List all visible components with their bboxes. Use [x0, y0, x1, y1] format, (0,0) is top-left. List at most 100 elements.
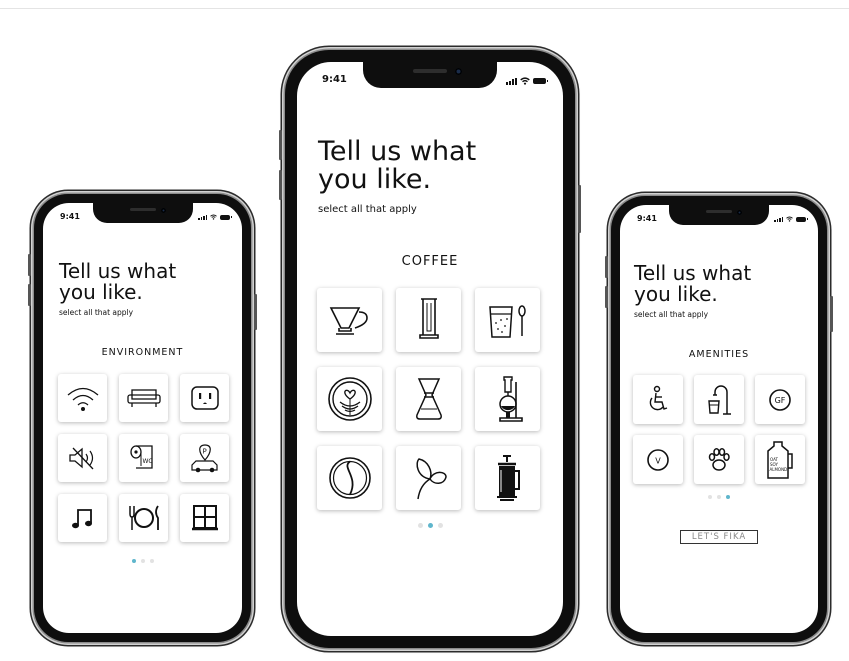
outlet-icon: [190, 386, 219, 410]
vegan-icon: V: [647, 448, 669, 471]
phone-left: 9:41 Tell us what you like. select all t…: [28, 194, 257, 642]
option-alt-milk[interactable]: OAT SOY ALMOND: [755, 435, 805, 484]
battery-icon: [220, 214, 232, 220]
phone-right: 9:41 Tell us what you like. select all t…: [605, 196, 833, 642]
page-subtitle: select all that apply: [634, 310, 709, 319]
option-aeropress[interactable]: [396, 288, 461, 352]
window-icon: [191, 505, 218, 531]
title-line-2: you like.: [59, 280, 143, 304]
volume-button: [28, 284, 31, 306]
option-parking[interactable]: P: [180, 434, 229, 482]
page-dot-2[interactable]: [140, 559, 145, 563]
section-title: AMENITIES: [688, 349, 750, 360]
status-time: 9:41: [322, 74, 347, 85]
volume-button: [605, 256, 608, 278]
power-button: [578, 185, 581, 233]
option-accessible[interactable]: [633, 375, 683, 424]
option-gluten-free[interactable]: GF: [755, 375, 805, 424]
toilet-paper-icon: WC: [129, 445, 153, 469]
option-tea[interactable]: [396, 446, 461, 510]
option-chemex[interactable]: [396, 367, 461, 431]
water-tap-icon: [708, 384, 731, 415]
canvas-top-border: [0, 8, 849, 9]
mute-icon: [68, 447, 93, 470]
pet-friendly-icon: [708, 447, 730, 471]
page-title: Tell us what you like.: [59, 261, 176, 303]
coffee-leaf-icon: [415, 458, 447, 500]
volume-button: [279, 170, 282, 200]
status-time: 9:41: [60, 212, 80, 221]
volume-button: [605, 286, 608, 308]
option-music[interactable]: [58, 494, 107, 542]
front-camera: [737, 210, 742, 215]
pagination-dots: [43, 559, 242, 563]
option-pour-over[interactable]: [317, 288, 382, 352]
wifi-status-icon: [210, 214, 217, 220]
option-cold-brew[interactable]: [475, 288, 540, 352]
speaker: [706, 210, 732, 213]
signal-icon: [774, 216, 783, 222]
option-restroom[interactable]: WC: [119, 434, 168, 482]
speaker: [129, 208, 156, 211]
dining-icon: [128, 505, 159, 530]
option-quiet[interactable]: [58, 434, 107, 482]
title-line-2: you like.: [318, 164, 432, 196]
pagination-dots: [620, 495, 818, 499]
option-single-origin[interactable]: [317, 446, 382, 510]
chemex-icon: [415, 378, 442, 420]
page-subtitle: select all that apply: [59, 308, 134, 317]
notch: [92, 203, 193, 223]
title-line-1: Tell us what: [59, 259, 177, 283]
page-dot-1[interactable]: [708, 495, 712, 499]
battery-icon: [796, 216, 808, 222]
page-dot-1[interactable]: [417, 523, 423, 528]
screen-center: 9:41 Tell us what you like. select all t…: [297, 62, 563, 636]
option-pet-friendly[interactable]: [694, 435, 744, 484]
title-line-2: you like.: [634, 282, 718, 306]
latte-art-icon: [327, 377, 372, 421]
gluten-free-icon: GF: [769, 388, 791, 411]
page-subtitle: select all that apply: [318, 204, 417, 215]
aeropress-icon: [418, 298, 439, 339]
option-dining[interactable]: [119, 494, 168, 542]
page-title: Tell us what you like.: [634, 263, 751, 305]
option-lounge[interactable]: [119, 374, 168, 422]
alt-milk-icon: OATSOYALMOND: [767, 440, 793, 479]
option-latte[interactable]: [317, 367, 382, 431]
title-line-1: Tell us what: [634, 261, 752, 285]
page-dot-1[interactable]: [131, 559, 136, 563]
siphon-icon: [498, 376, 523, 422]
page-dot-3[interactable]: [437, 523, 443, 528]
page-dot-3[interactable]: [726, 495, 730, 499]
status-icons: [506, 77, 548, 85]
wifi-icon: [67, 387, 98, 411]
option-window-seat[interactable]: [180, 494, 229, 542]
notch: [363, 62, 497, 88]
speaker: [413, 69, 447, 73]
lets-fika-button[interactable]: LET'S FIKA: [680, 530, 758, 544]
status-icons: [774, 216, 808, 222]
vegan-label: V: [655, 456, 661, 465]
front-camera: [455, 68, 462, 75]
option-wifi[interactable]: [58, 374, 107, 422]
option-water[interactable]: [694, 375, 744, 424]
screen-left: 9:41 Tell us what you like. select all t…: [43, 203, 242, 633]
option-outlet[interactable]: [180, 374, 229, 422]
page-dot-2[interactable]: [427, 523, 433, 528]
option-siphon[interactable]: [475, 367, 540, 431]
power-button: [830, 296, 833, 332]
option-grid: GF V OAT SOY ALMOND: [633, 375, 805, 484]
option-french-press[interactable]: [475, 446, 540, 510]
wifi-status-icon: [520, 77, 530, 85]
parking-icon: P: [190, 444, 218, 473]
pagination-dots: [297, 523, 563, 528]
accessible-icon: [649, 385, 668, 410]
page-dot-2[interactable]: [717, 495, 721, 499]
page-dot-3[interactable]: [149, 559, 154, 563]
battery-icon: [533, 78, 548, 84]
yin-yang-bean-icon: [328, 457, 371, 499]
option-vegan[interactable]: V: [633, 435, 683, 484]
milk-label-almond: ALMOND: [770, 467, 788, 472]
signal-icon: [506, 77, 517, 85]
front-camera: [160, 208, 166, 213]
